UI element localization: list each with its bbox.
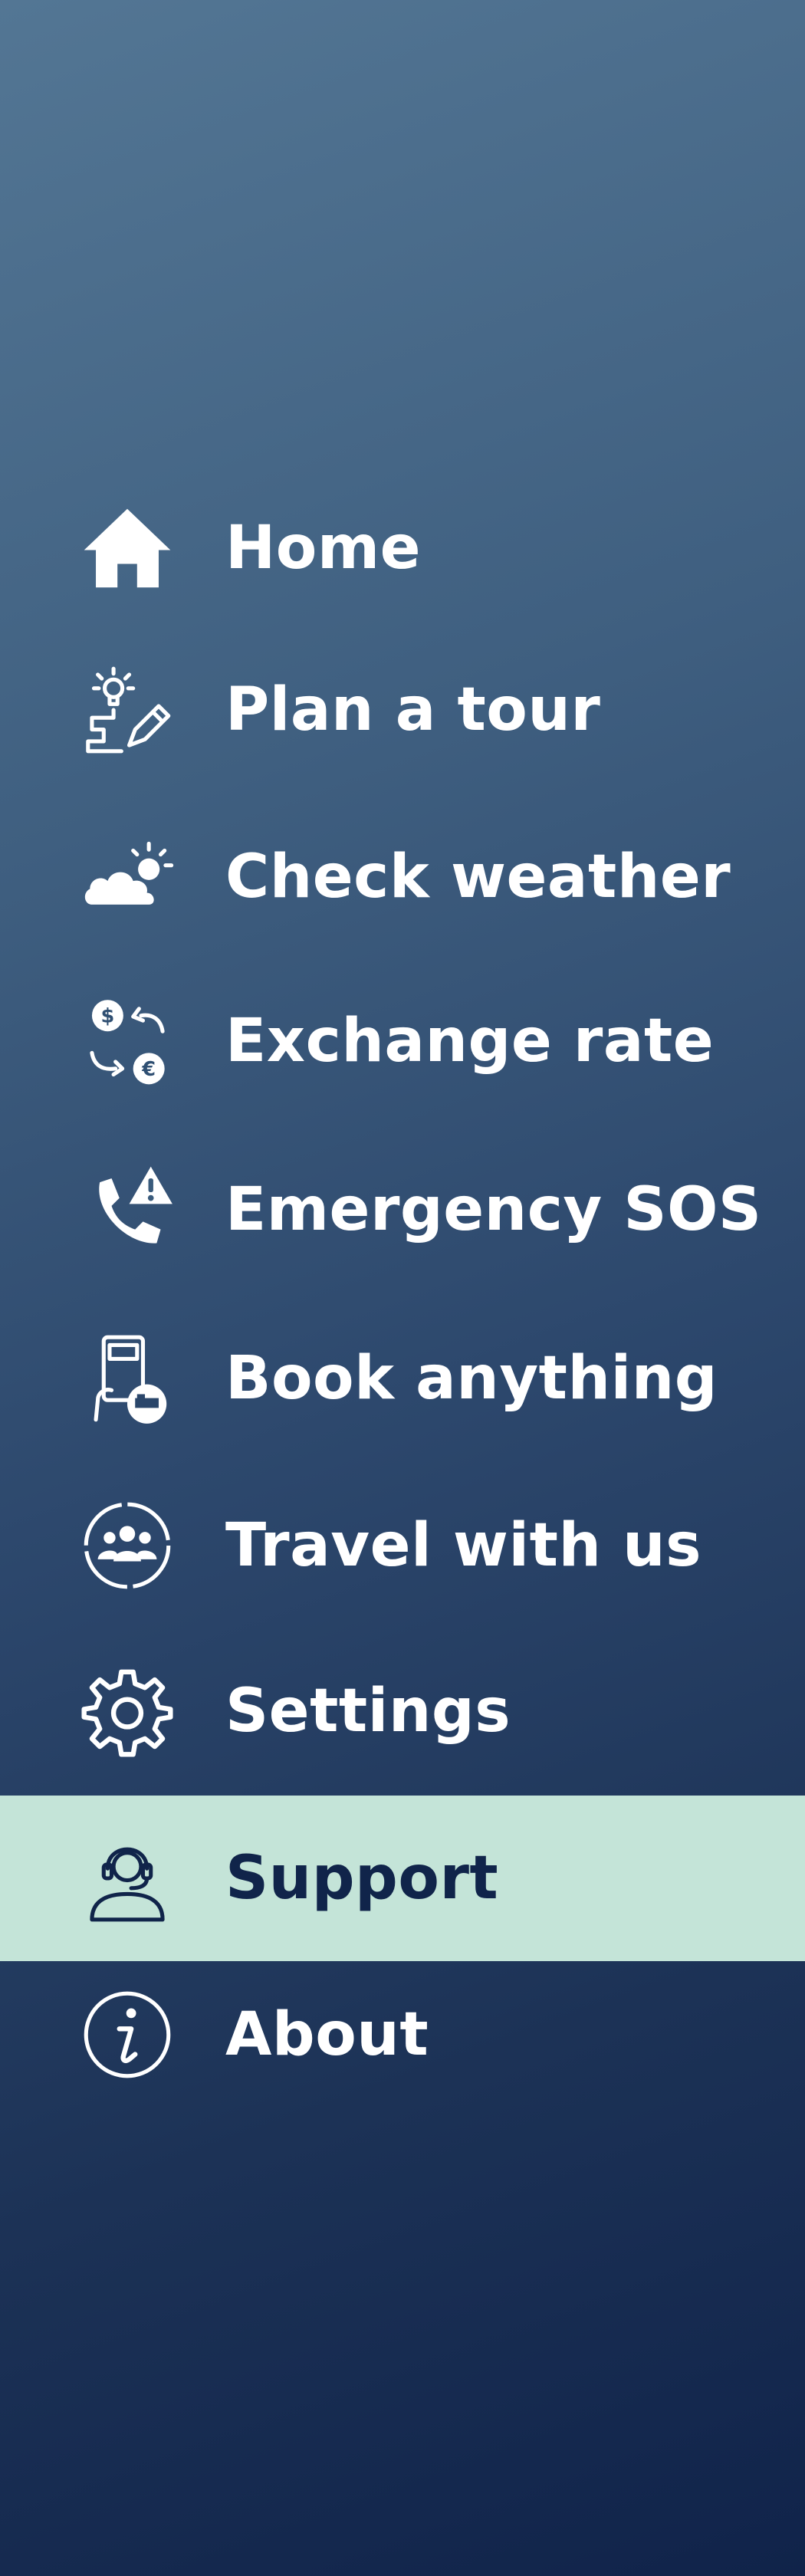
menu-item-check-weather[interactable]: Check weather bbox=[0, 794, 805, 960]
svg-text:€: € bbox=[141, 1058, 156, 1081]
menu-item-travel-with-us[interactable]: Travel with us bbox=[0, 1463, 805, 1628]
navigation-menu: Home Plan a tour Check weather $ € Excha… bbox=[0, 0, 805, 2576]
exchange-rate-icon: $ € bbox=[78, 992, 176, 1090]
menu-item-book-anything[interactable]: Book anything bbox=[0, 1296, 805, 1461]
plan-tour-icon bbox=[78, 661, 176, 759]
menu-item-label: Support bbox=[225, 1844, 499, 1913]
gear-icon bbox=[78, 1662, 176, 1760]
info-icon bbox=[78, 1986, 176, 2084]
svg-text:$: $ bbox=[100, 1005, 114, 1028]
menu-item-support[interactable]: Support bbox=[0, 1796, 805, 1961]
menu-item-label: Check weather bbox=[225, 843, 731, 912]
menu-item-label: Settings bbox=[225, 1677, 511, 1746]
menu-item-settings[interactable]: Settings bbox=[0, 1628, 805, 1794]
menu-item-about[interactable]: About bbox=[0, 1952, 805, 2118]
menu-item-plan-a-tour[interactable]: Plan a tour bbox=[0, 627, 805, 793]
menu-item-exchange-rate[interactable]: $ € Exchange rate bbox=[0, 958, 805, 1124]
menu-item-emergency-sos[interactable]: Emergency SOS bbox=[0, 1127, 805, 1293]
menu-item-label: Emergency SOS bbox=[225, 1175, 762, 1244]
menu-item-label: About bbox=[225, 2000, 429, 2069]
menu-item-label: Book anything bbox=[225, 1344, 718, 1413]
menu-item-label: Exchange rate bbox=[225, 1007, 715, 1076]
menu-item-label: Plan a tour bbox=[225, 675, 601, 744]
menu-item-label: Home bbox=[225, 514, 422, 583]
travel-group-icon bbox=[78, 1497, 176, 1595]
support-headset-icon bbox=[78, 1829, 176, 1927]
menu-item-home[interactable]: Home bbox=[0, 465, 805, 631]
emergency-phone-icon bbox=[78, 1161, 176, 1259]
home-icon bbox=[78, 499, 176, 597]
menu-item-label: Travel with us bbox=[225, 1511, 702, 1580]
weather-icon bbox=[78, 828, 176, 926]
booking-icon bbox=[78, 1329, 176, 1428]
